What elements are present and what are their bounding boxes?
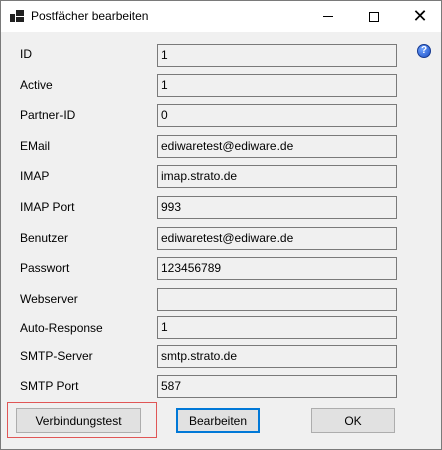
maximize-button[interactable] bbox=[351, 1, 397, 32]
partner-id-field[interactable]: 0 bbox=[157, 104, 397, 127]
help-icon[interactable]: ? bbox=[417, 44, 431, 58]
window-title: Postfächer bearbeiten bbox=[31, 9, 149, 23]
label-imap: IMAP bbox=[20, 169, 50, 183]
password-field[interactable]: 123456789 bbox=[157, 257, 397, 280]
webserver-field[interactable] bbox=[157, 288, 397, 311]
imap-port-field[interactable]: 993 bbox=[157, 196, 397, 219]
ok-button[interactable]: OK bbox=[311, 408, 395, 433]
auto-response-field[interactable]: 1 bbox=[157, 316, 397, 339]
label-password: Passwort bbox=[20, 261, 70, 275]
email-field[interactable]: ediwaretest@ediware.de bbox=[157, 135, 397, 158]
label-active: Active bbox=[20, 78, 53, 92]
smtp-port-field[interactable]: 587 bbox=[157, 375, 397, 398]
username-field[interactable]: ediwaretest@ediware.de bbox=[157, 227, 397, 250]
title-bar[interactable]: Postfächer bearbeiten ✕ bbox=[1, 1, 441, 32]
active-field[interactable]: 1 bbox=[157, 74, 397, 97]
label-username: Benutzer bbox=[20, 231, 69, 245]
label-smtp-server: SMTP-Server bbox=[20, 349, 93, 363]
label-imap-port: IMAP Port bbox=[20, 200, 75, 214]
label-email: EMail bbox=[20, 139, 51, 153]
label-webserver: Webserver bbox=[20, 292, 78, 306]
app-icon bbox=[10, 10, 24, 22]
smtp-server-field[interactable]: smtp.strato.de bbox=[157, 345, 397, 368]
maximize-icon bbox=[369, 11, 379, 22]
label-auto-response: Auto-Response bbox=[20, 321, 103, 335]
close-icon: ✕ bbox=[412, 5, 428, 27]
label-partner-id: Partner-ID bbox=[20, 108, 76, 122]
connection-test-button[interactable]: Verbindungstest bbox=[16, 408, 141, 433]
imap-field[interactable]: imap.strato.de bbox=[157, 165, 397, 188]
edit-mailboxes-dialog: Postfächer bearbeiten ✕ ? ID 1 Active 1 … bbox=[0, 0, 442, 450]
id-field: 1 bbox=[157, 44, 397, 67]
minimize-button[interactable] bbox=[305, 1, 351, 32]
label-id: ID bbox=[20, 47, 32, 61]
minimize-icon bbox=[323, 16, 333, 17]
close-button[interactable]: ✕ bbox=[397, 1, 442, 32]
edit-button[interactable]: Bearbeiten bbox=[176, 408, 260, 433]
label-smtp-port: SMTP Port bbox=[20, 379, 79, 393]
